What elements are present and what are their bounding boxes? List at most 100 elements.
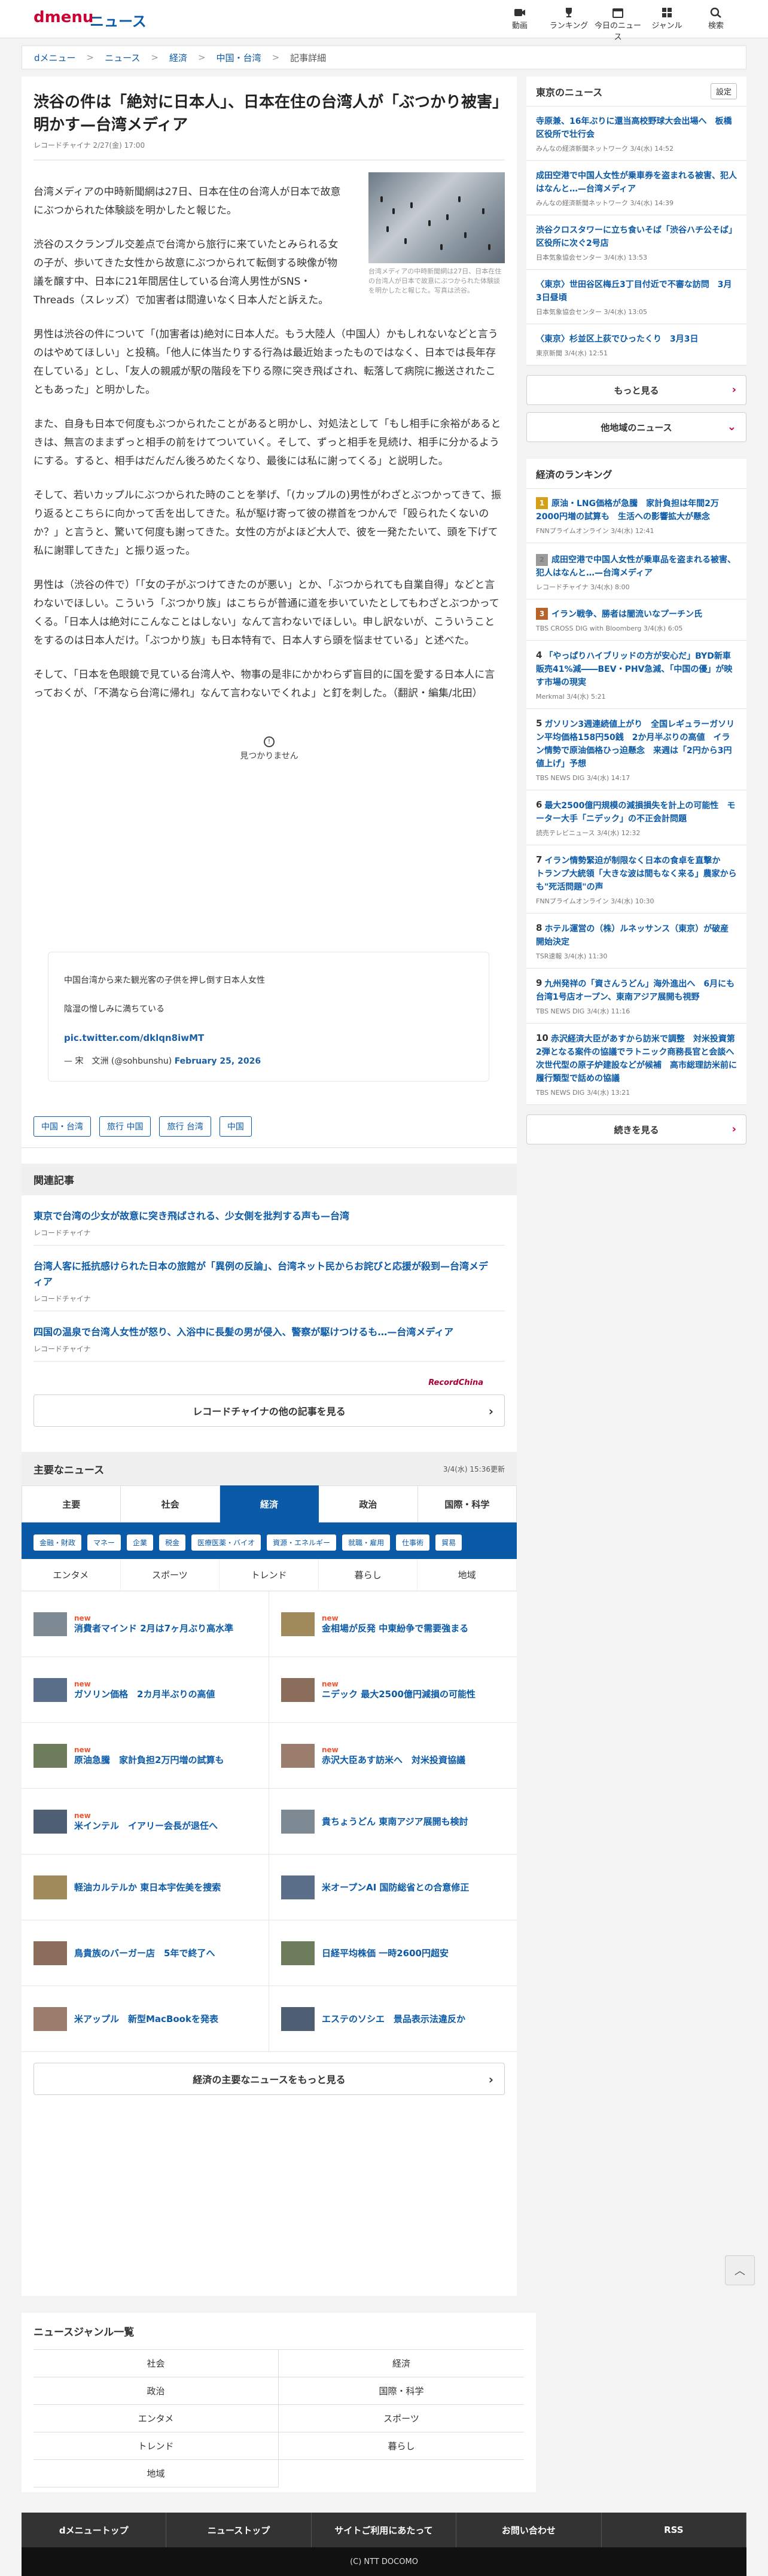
nav-genre[interactable]: ジャンル [642, 4, 691, 36]
breadcrumb-separator: > [197, 52, 206, 63]
news-item[interactable]: new ガソリン価格 2カ月半ぶりの高値 [22, 1657, 269, 1723]
tag-button[interactable]: 中国 [219, 1116, 252, 1137]
subtab[interactable]: 資源・エネルギー [267, 1534, 337, 1551]
genre-link[interactable]: エンタメ [33, 2405, 279, 2432]
dmenu-logo[interactable]: dmenu [33, 8, 93, 26]
tag-button[interactable]: 中国・台湾 [33, 1116, 91, 1137]
news-item[interactable]: エステのソシエ 景品表示法違反か [269, 1986, 517, 2052]
tokyo-news-source: みんなの経済新聞ネットワーク 3/4(水) 14:52 [536, 145, 673, 153]
settings-button[interactable]: 設定 [710, 83, 737, 99]
footer-link[interactable]: お問い合わせ [456, 2513, 602, 2547]
new-badge: new [74, 1679, 91, 1688]
nav-video[interactable]: 動画 [495, 4, 544, 36]
nav-today[interactable]: 今日のニュース [593, 4, 642, 42]
news-logo[interactable]: ニュース [90, 10, 147, 31]
genre-link[interactable]: 地域 [33, 2460, 279, 2487]
tokyo-news-item[interactable]: 渋谷クロスタワーに立ち食いそば「渋谷ハチ公そば」 区役所に次ぐ2号店 日本気象協会… [526, 215, 746, 270]
ranking-more-button[interactable]: 続きを見る › [526, 1115, 746, 1144]
news-item[interactable]: 軽油カルテルか 東日本宇佐美を捜索 [22, 1855, 269, 1920]
article-paragraph: そして、若いカップルにぶつかられた時のことを挙げ、「(カップルの)男性がわざとぶ… [33, 489, 502, 557]
ranking-item[interactable]: 4 「やっぱりハイブリッドの方が安心だ」BYD新車販売41%減――BEV・PHV急… [526, 641, 746, 709]
related-item[interactable]: 東京で台湾の少女が故意に突き飛ばされる、少女側を批判する声も—台湾 レコードチャ… [33, 1195, 505, 1246]
tab-life[interactable]: 暮らし [319, 1559, 418, 1591]
subtab[interactable]: 税金 [159, 1534, 186, 1551]
new-badge: new [322, 1613, 339, 1622]
subtab[interactable]: 貿易 [435, 1534, 462, 1551]
ranking-item[interactable]: 1 原油・LNG価格が急騰 家計負担は年間2万2000円増の試算も 生活への影響拡… [526, 489, 746, 543]
news-item[interactable]: 鳥貴族のバーガー店 5年で終了へ [22, 1920, 269, 1986]
news-item[interactable]: 貴ちょうどん 東南アジア展開も検討 [269, 1789, 517, 1855]
tab-politics[interactable]: 政治 [319, 1485, 418, 1523]
news-item[interactable]: 米オープンAI 国防総省との合意修正 [269, 1855, 517, 1920]
tab-entertainment[interactable]: エンタメ [22, 1559, 121, 1591]
genre-link[interactable]: 国際・科学 [279, 2377, 524, 2405]
news-item[interactable]: new 金相場が反発 中東紛争で需要強まる [269, 1591, 517, 1657]
tweet-link[interactable]: pic.twitter.com/dklqn8iwMT [64, 1033, 204, 1043]
ranking-item[interactable]: 3 イラン戦争、勝者は闇流いなプーチン氏 TBS CROSS DIG with Bl… [526, 599, 746, 641]
subtab[interactable]: マネー [87, 1534, 121, 1551]
subtab[interactable]: 仕事術 [396, 1534, 430, 1551]
ranking-item[interactable]: 8 ホテル運営の（株）ルネッサンス（東京）が破産開始決定 TSR速報 3/4(水) … [526, 914, 746, 969]
footer-link[interactable]: RSS [602, 2513, 747, 2547]
ranking-item[interactable]: 7 イラン情勢緊迫が制限なく日本の食卓を直撃か トランプ大統領「大きな波は間もなく… [526, 845, 746, 914]
tag-button[interactable]: 旅行 中国 [99, 1116, 151, 1137]
tag-button[interactable]: 旅行 台湾 [159, 1116, 211, 1137]
tweet-date-link[interactable]: February 25, 2026 [175, 1056, 261, 1066]
tab-society[interactable]: 社会 [121, 1485, 220, 1523]
news-item-text: 貴ちょうどん 東南アジア展開も検討 [322, 1816, 468, 1828]
news-item[interactable]: new ニデック 最大2500億円減損の可能性 [269, 1657, 517, 1723]
breadcrumb-china-taiwan[interactable]: 中国・台湾 [217, 51, 261, 64]
ranking-item-title: 8 ホテル運営の（株）ルネッサンス（東京）が破産開始決定 [536, 922, 737, 949]
tokyo-news-item[interactable]: 成田空港で中国人女性が乗車券を盗まれる被害、犯人はなんと…—台湾メディア みんなの… [526, 161, 746, 215]
subtab[interactable]: 医療医薬・バイオ [191, 1534, 261, 1551]
related-heading: 関連記事 [22, 1164, 517, 1195]
footer-link[interactable]: ニューストップ [166, 2513, 312, 2547]
article-photo[interactable]: 台湾メディアの中時新聞網は27日、日本在住の台湾人が日本で故意にぶつかられた体験… [368, 172, 505, 296]
tab-international[interactable]: 国際・科学 [417, 1485, 517, 1523]
breadcrumb-news[interactable]: ニュース [105, 51, 140, 64]
news-item[interactable]: 日経平均株価 一時2600円超安 [269, 1920, 517, 1986]
subtab[interactable]: 金融・財政 [33, 1534, 82, 1551]
tab-region[interactable]: 地域 [417, 1559, 517, 1591]
tokyo-more-button[interactable]: もっと見る › [526, 375, 746, 405]
breadcrumb-economy[interactable]: 経済 [169, 51, 187, 64]
subtab[interactable]: 企業 [127, 1534, 154, 1551]
tokyo-news-item[interactable]: 寺原兼、16年ぶりに還当高校野球大会出場へ 板橋区役所で壮行会 みんなの経済新聞ネ… [526, 106, 746, 161]
news-item-text: new ニデック 最大2500億円減損の可能性 [322, 1680, 476, 1700]
tab-trend[interactable]: トレンド [220, 1559, 319, 1591]
tokyo-news-item[interactable]: 〈東京〉杉並区上荻でひったくり 3月3日 東京新聞 3/4(水) 12:51 [526, 324, 746, 366]
tab-sports[interactable]: スポーツ [121, 1559, 220, 1591]
scroll-to-top-button[interactable]: ︿ [725, 2255, 755, 2285]
genre-link[interactable]: 政治 [33, 2377, 279, 2405]
news-item[interactable]: new 消費者マインド 2月は7ヶ月ぶり高水準 [22, 1591, 269, 1657]
nav-ranking[interactable]: ランキング [544, 4, 593, 36]
nav-search[interactable]: 検索 [691, 4, 740, 36]
related-item-source: レコードチャイナ [33, 1345, 91, 1353]
ranking-item[interactable]: 9 九州発祥の「資さんうどん」海外進出へ 6月にも台湾1号店オープン、東南アジア展… [526, 969, 746, 1024]
news-item[interactable]: new 米インテル イアリー会長が退任へ [22, 1789, 269, 1855]
related-item[interactable]: 台湾人客に抵抗感けられた日本の旅館が「異例の反論」、台湾ネット民からお詫びと応援… [33, 1246, 505, 1311]
genre-link[interactable]: 暮らし [279, 2432, 524, 2460]
tokyo-news-item[interactable]: 〈東京〉世田谷区梅丘3丁目付近で不審な訪問 3月3日昼頃 日本気象協会センター 3… [526, 270, 746, 324]
recordchina-more-button[interactable]: レコードチャイナの他の記事を見る › [33, 1394, 505, 1427]
genre-link[interactable]: トレンド [33, 2432, 279, 2460]
ranking-item[interactable]: 5 ガソリン3週連続値上がり 全国レギュラーガソリン平均価格158円50銭 2か月… [526, 709, 746, 790]
tab-main[interactable]: 主要 [22, 1485, 121, 1523]
genre-link[interactable]: スポーツ [279, 2405, 524, 2432]
related-item[interactable]: 四国の温泉で台湾人女性が怒り、入浴中に長髪の男が侵入、警察が駆けつけるも…—台湾… [33, 1311, 505, 1362]
news-item[interactable]: 米アップル 新型MacBookを発表 [22, 1986, 269, 2052]
economy-more-button[interactable]: 経済の主要なニュースをもっと見る › [33, 2063, 505, 2095]
breadcrumb-dmenu[interactable]: dメニュー [34, 51, 76, 64]
ranking-item[interactable]: 10 赤沢経済大臣があすから訪米で調整 対米投資第2弾となる案件の協議でラトニック… [526, 1024, 746, 1105]
footer-link[interactable]: dメニュートップ [22, 2513, 167, 2547]
news-item[interactable]: new 原油急騰 家計負担2万円増の試算も [22, 1723, 269, 1789]
tab-economy[interactable]: 経済 [220, 1485, 319, 1523]
ranking-item[interactable]: 2 成田空港で中国人女性が乗車品を盗まれる被害、犯人はなんと…—台湾メディア レコー… [526, 543, 746, 599]
news-item[interactable]: new 赤沢大臣あす訪米へ 対米投資協議 [269, 1723, 517, 1789]
subtab[interactable]: 就職・雇用 [342, 1534, 391, 1551]
footer-link[interactable]: サイトご利用にあたって [312, 2513, 457, 2547]
genre-link[interactable]: 社会 [33, 2350, 279, 2377]
ranking-item[interactable]: 6 最大2500億円規模の減損損失を計上の可能性 モーター大手「ニデック」の不正会… [526, 790, 746, 845]
other-region-button[interactable]: 他地域のニュース ⌄ [526, 412, 746, 442]
genre-link[interactable]: 経済 [279, 2350, 524, 2377]
